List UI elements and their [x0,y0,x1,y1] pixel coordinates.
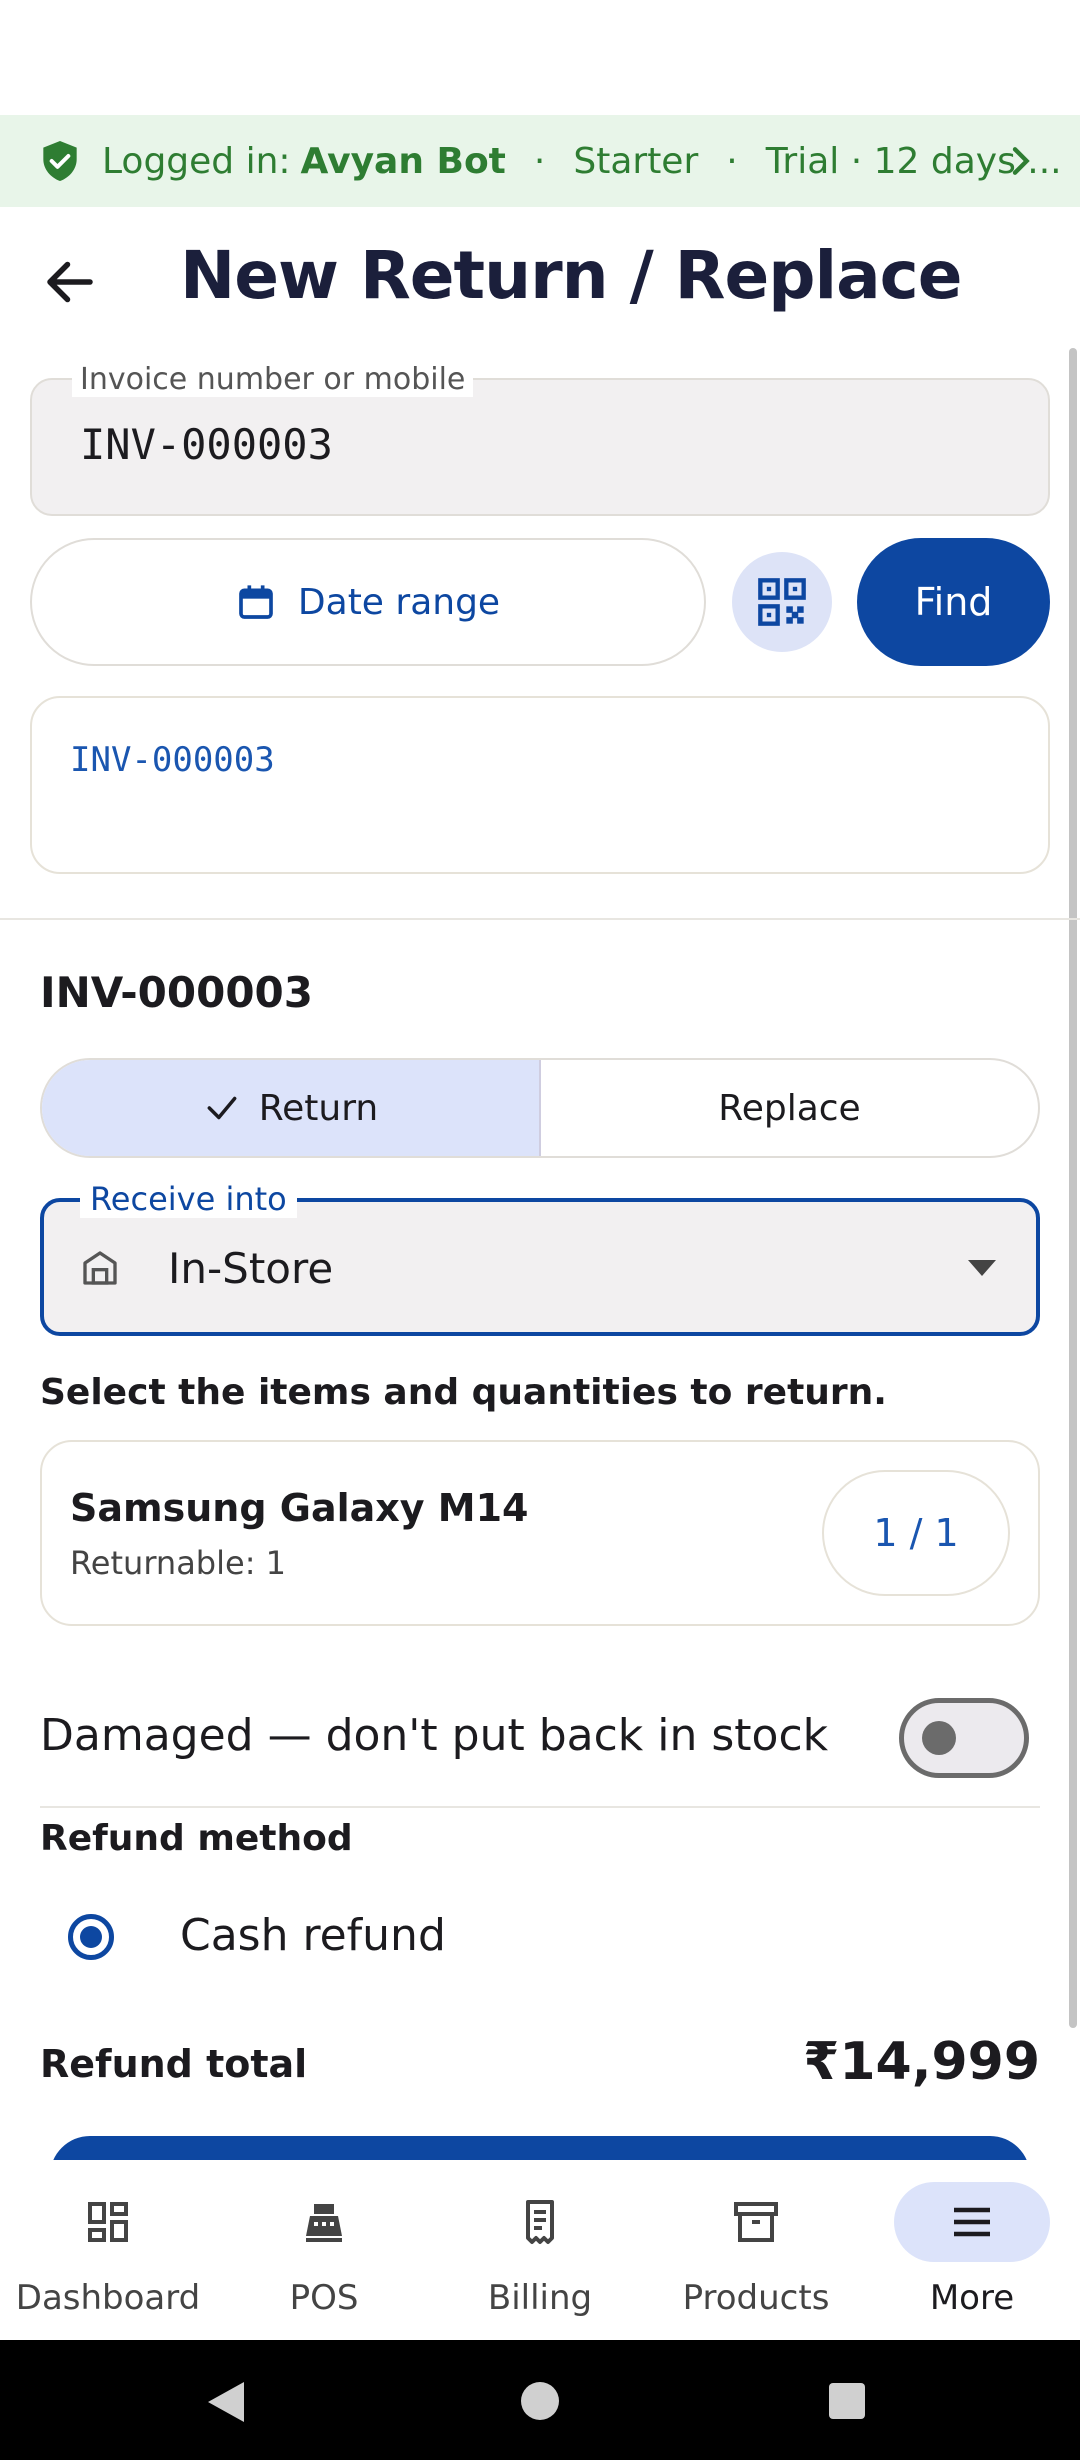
menu-icon [954,2207,990,2237]
refund-method-heading: Refund method [40,1818,353,1859]
suggestion-list [30,696,1050,874]
toggle-knob [922,1721,956,1755]
check-icon [207,1096,237,1120]
divider [0,918,1080,920]
mode-toggle: Return Replace [40,1058,1040,1158]
chevron-right-icon [1012,147,1030,175]
dropdown-arrow-icon [968,1260,996,1276]
dashboard-icon [88,2202,128,2242]
return-option-label: Return [258,1087,379,1129]
login-user: Avyan Bot [300,140,506,182]
damaged-toggle[interactable] [899,1698,1029,1778]
bottom-navigation: Dashboard POS Billing Products More [0,2160,1080,2340]
receive-into-label: Receive into [80,1180,297,1218]
receive-into-select[interactable]: In-Store [40,1198,1040,1336]
system-home-icon[interactable] [521,2382,559,2420]
separator-dot: · [726,140,738,182]
nav-products[interactable]: Products [648,2160,864,2340]
find-button[interactable]: Find [857,538,1050,666]
refund-total-label: Refund total [40,2042,308,2086]
shield-check-icon [43,141,77,181]
system-back-icon[interactable] [206,2380,246,2424]
date-range-button[interactable]: Date range [30,538,706,666]
plan-name: Starter [573,140,699,182]
scrollbar[interactable] [1069,348,1077,2028]
date-range-label: Date range [297,581,501,623]
nav-dashboard[interactable]: Dashboard [0,2160,216,2340]
invoice-search-value[interactable]: INV-000003 [80,420,333,469]
pos-icon [306,2204,342,2242]
items-instruction: Select the items and quantities to retur… [40,1372,887,1413]
cash-refund-label[interactable]: Cash refund [180,1910,446,1961]
replace-option[interactable]: Replace [541,1060,1038,1156]
back-arrow-icon[interactable] [40,252,100,312]
nav-products-label: Products [682,2278,830,2318]
invoice-heading: INV-000003 [40,968,313,1017]
qr-code-icon [758,578,806,626]
nav-billing[interactable]: Billing [432,2160,648,2340]
return-option[interactable]: Return [42,1060,541,1156]
replace-option-label: Replace [718,1087,861,1129]
receive-into-value: In-Store [168,1244,334,1293]
page-title: New Return / Replace [180,237,963,314]
archive-icon [734,2202,778,2242]
item-returnable: Returnable: 1 [70,1544,286,1582]
divider [40,1806,1040,1808]
nav-pos-label: POS [289,2278,359,2318]
app-header: New Return / Replace [0,207,1080,357]
nav-more[interactable]: More [864,2160,1080,2340]
nav-more-label: More [929,2278,1015,2318]
status-bar [0,0,1080,115]
system-navigation-bar [0,2340,1080,2460]
calendar-icon [239,585,273,619]
damaged-label: Damaged — don't put back in stock [40,1710,829,1761]
invoice-search-label: Invoice number or mobile [72,362,474,397]
receipt-icon [526,2200,554,2244]
system-recents-icon[interactable] [829,2383,865,2419]
login-prefix: Logged in: [102,140,291,182]
quantity-selector[interactable]: 1 / 1 [822,1470,1010,1596]
warehouse-icon [83,1251,117,1285]
qr-scan-button[interactable] [732,552,832,652]
separator-dot: · [533,140,546,182]
suggestion-item[interactable]: INV-000003 [70,740,275,780]
nav-pos[interactable]: POS [216,2160,432,2340]
refund-total-value: ₹14,999 [803,2032,1040,2092]
item-name: Samsung Galaxy M14 [70,1486,529,1530]
cash-refund-radio[interactable] [68,1914,114,1960]
login-banner[interactable]: Logged in: Avyan Bot · Starter · Trial ·… [0,115,1080,207]
radio-dot [80,1926,102,1948]
nav-dashboard-label: Dashboard [15,2278,201,2318]
nav-billing-label: Billing [487,2278,593,2318]
